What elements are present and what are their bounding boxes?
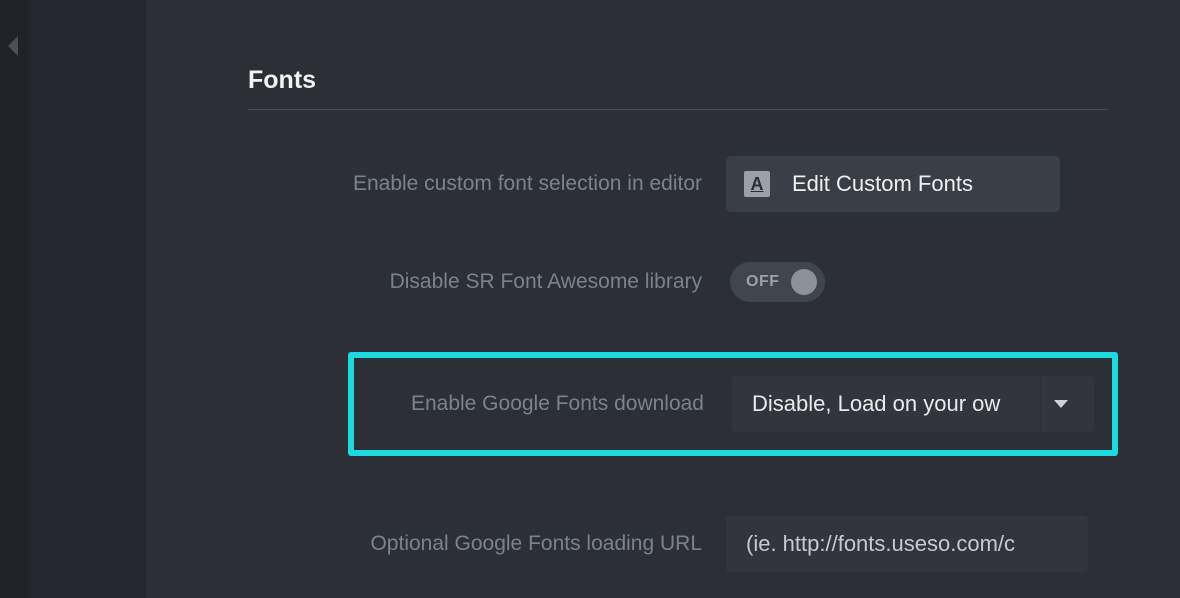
font-a-icon: A — [744, 171, 770, 197]
label-optional-url: Optional Google Fonts loading URL — [248, 532, 726, 556]
toggle-state-label: OFF — [746, 273, 780, 291]
section-divider — [248, 109, 1108, 110]
edit-custom-fonts-button[interactable]: A Edit Custom Fonts — [726, 156, 1060, 212]
input-optional-url[interactable] — [726, 516, 1088, 572]
chevron-down-icon — [1054, 400, 1068, 408]
label-custom-font: Enable custom font selection in editor — [248, 172, 726, 196]
select-google-fonts-mode[interactable]: Disable, Load on your ow — [732, 376, 1094, 432]
select-value: Disable, Load on your ow — [752, 391, 1040, 417]
row-google-fonts-highlighted: Enable Google Fonts download Disable, Lo… — [348, 352, 1118, 456]
button-label: Edit Custom Fonts — [792, 171, 973, 197]
secondary-sidebar — [28, 0, 146, 598]
section-title: Fonts — [248, 66, 1110, 95]
fonts-settings-panel: Fonts Enable custom font selection in ed… — [146, 0, 1180, 598]
toggle-knob — [791, 269, 817, 295]
collapsed-sidebar — [0, 0, 28, 598]
label-disable-sr-fa: Disable SR Font Awesome library — [248, 270, 726, 294]
chevron-left-icon[interactable] — [8, 36, 18, 56]
label-google-fonts: Enable Google Fonts download — [354, 392, 732, 416]
select-arrow-box — [1040, 376, 1080, 432]
toggle-disable-sr-fa[interactable]: OFF — [730, 262, 825, 302]
row-custom-font: Enable custom font selection in editor A… — [248, 156, 1108, 212]
row-disable-sr-fa: Disable SR Font Awesome library OFF — [248, 262, 1108, 302]
row-optional-url: Optional Google Fonts loading URL — [248, 516, 1108, 572]
